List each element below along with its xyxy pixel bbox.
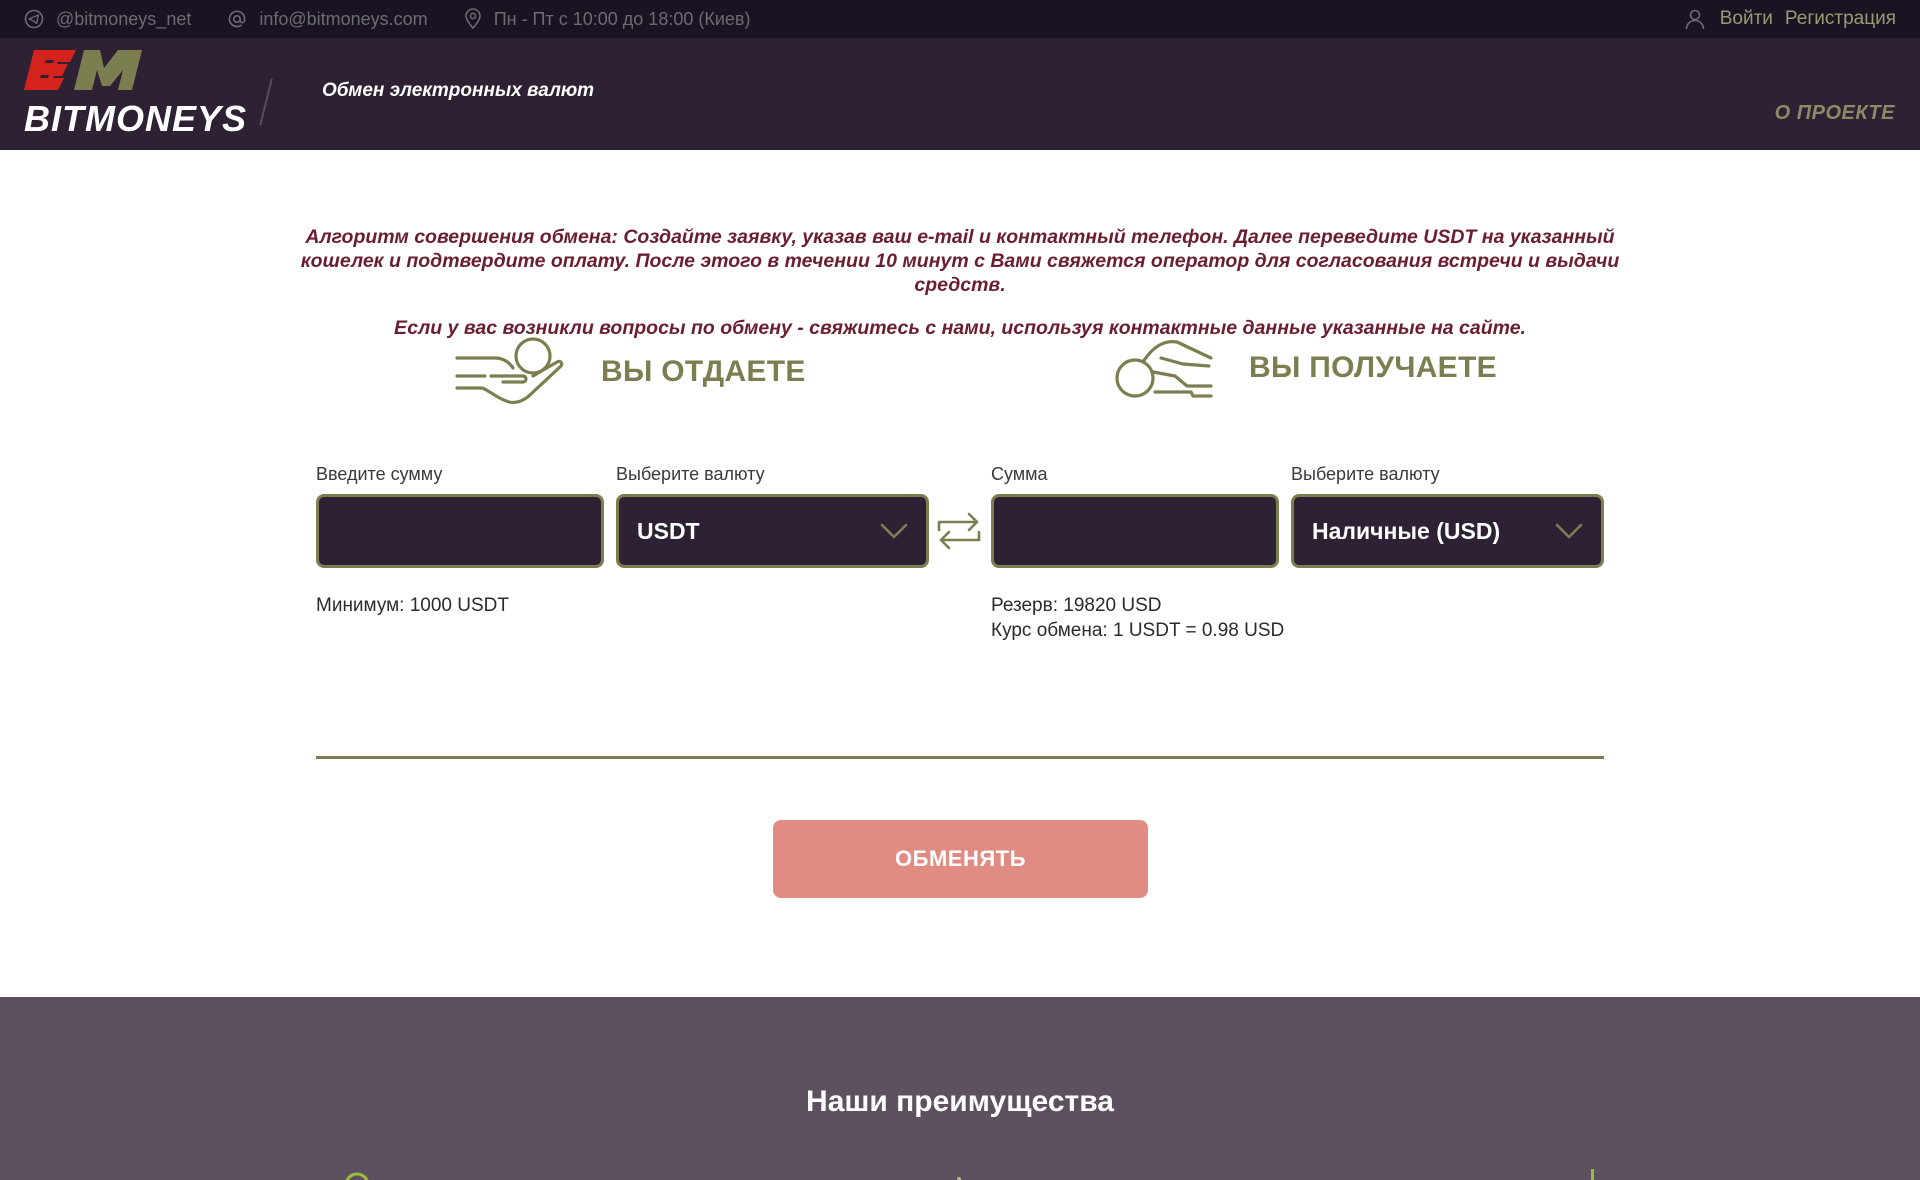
email-contact[interactable]: info@bitmoneys.com: [227, 8, 428, 30]
header-divider: [259, 78, 273, 126]
get-heading-label: ВЫ ПОЛУЧАЕТЕ: [1249, 351, 1497, 384]
email-address: info@bitmoneys.com: [259, 8, 428, 29]
swap-direction-icon[interactable]: [937, 510, 981, 552]
register-link[interactable]: Регистрация: [1785, 8, 1896, 30]
get-currency-value: Наличные (USD): [1312, 517, 1501, 544]
user-icon: [1685, 9, 1705, 30]
give-currency-select[interactable]: USDT: [616, 494, 929, 568]
get-currency-label: Выберите валюту: [1291, 464, 1440, 484]
give-heading-label: ВЫ ОТДАЕТЕ: [601, 355, 806, 388]
hand-giving-coin-icon: [455, 337, 564, 405]
hand-receiving-coin-icon: [1115, 340, 1213, 398]
at-sign-icon: [229, 10, 246, 28]
chevron-down-icon: [880, 523, 908, 539]
exchange-button[interactable]: ОБМЕНЯТЬ: [773, 820, 1148, 898]
login-link[interactable]: Войти: [1720, 8, 1773, 30]
advantage-icon: [1591, 1169, 1594, 1180]
reserve-amount: Резерв: 19820 USD: [991, 595, 1162, 616]
give-heading: ВЫ ОТДАЕТЕ: [455, 336, 806, 408]
give-currency-value: USDT: [637, 517, 700, 544]
working-hours-text: Пн - Пт с 10:00 до 18:00 (Киев): [493, 8, 751, 29]
advantage-icon: [957, 1177, 961, 1180]
give-amount-label: Введите сумму: [316, 464, 443, 484]
working-hours: Пн - Пт с 10:00 до 18:00 (Киев): [464, 8, 751, 30]
get-amount-box: [991, 494, 1279, 568]
location-pin-icon: [464, 8, 481, 30]
get-currency-select[interactable]: Наличные (USD): [1291, 494, 1604, 568]
advantage-icon: [345, 1172, 369, 1180]
site-logo[interactable]: BITMONEYS: [24, 48, 248, 139]
about-project-link[interactable]: О ПРОЕКТЕ: [1775, 102, 1895, 125]
reserve-info: Резерв: 19820 USD Курс обмена: 1 USDT = …: [991, 593, 1284, 643]
minimum-amount-note: Минимум: 1000 USDT: [316, 595, 509, 616]
get-amount-label: Сумма: [991, 464, 1048, 484]
site-tagline: Обмен электронных валют: [322, 80, 594, 101]
site-header: BITMONEYS Обмен электронных валют О ПРОЕ…: [0, 38, 1920, 150]
top-contact-bar: @bitmoneys_net info@bitmoneys.com Пн - П…: [0, 0, 1920, 38]
telegram-icon: [24, 9, 44, 29]
get-amount-input[interactable]: [994, 497, 1276, 565]
logo-wordmark: BITMONEYS: [24, 98, 248, 139]
telegram-contact[interactable]: @bitmoneys_net: [24, 9, 191, 30]
advantages-section: Наши преимущества: [0, 997, 1920, 1180]
bm-logo-mark: [24, 50, 142, 90]
chevron-down-icon: [1555, 523, 1583, 539]
account-links: Войти Регистрация: [1684, 8, 1896, 30]
instructions-algorithm: Алгоритм совершения обмена: Создайте зая…: [300, 226, 1620, 296]
form-divider: [316, 756, 1604, 759]
exchange-instructions: Алгоритм совершения обмена: Создайте зая…: [300, 225, 1620, 340]
give-amount-input[interactable]: [319, 497, 601, 565]
advantages-title: Наши преимущества: [806, 1085, 1114, 1118]
exchange-rate: Курс обмена: 1 USDT = 0.98 USD: [991, 620, 1285, 641]
give-currency-label: Выберите валюту: [616, 464, 765, 484]
telegram-handle: @bitmoneys_net: [56, 8, 192, 29]
give-amount-box: [316, 494, 604, 568]
get-heading: ВЫ ПОЛУЧАЕТЕ: [1113, 336, 1497, 400]
